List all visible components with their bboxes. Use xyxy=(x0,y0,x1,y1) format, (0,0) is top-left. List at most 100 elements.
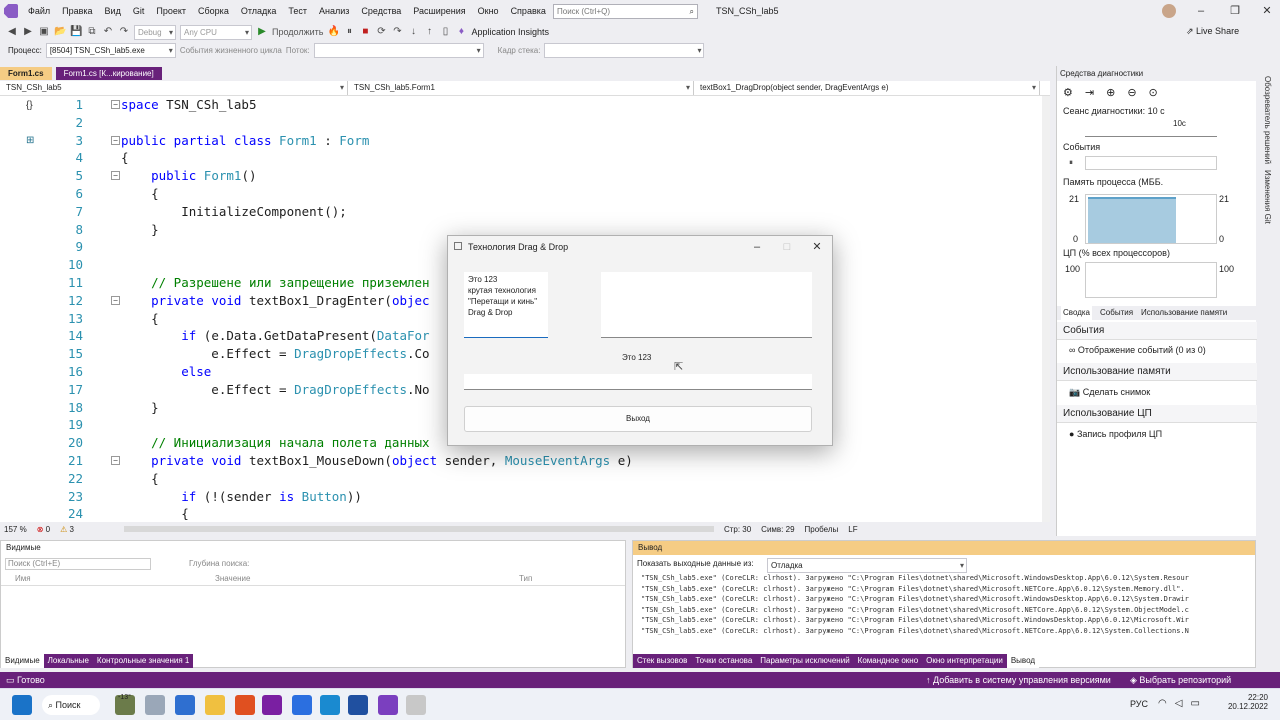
avatar[interactable] xyxy=(1162,4,1176,18)
save-icon[interactable]: 💾 xyxy=(70,26,82,38)
chrome-icon[interactable] xyxy=(292,695,312,715)
tab-autos[interactable]: Видимые xyxy=(1,654,44,668)
tab-solution-explorer[interactable]: Обозреватель решений xyxy=(1263,76,1272,164)
output-source-select[interactable]: Отладка xyxy=(767,558,967,573)
tab-summary[interactable]: Сводка xyxy=(1061,306,1093,320)
platform-select[interactable]: Any CPU xyxy=(180,24,252,40)
save-all-icon[interactable]: ⧉ xyxy=(86,26,98,38)
fold-toggle[interactable]: − xyxy=(111,295,120,305)
teams-icon[interactable] xyxy=(175,695,195,715)
tab-command-window[interactable]: Командное окно xyxy=(854,654,923,668)
clock[interactable]: 22:20 20.12.2022 xyxy=(1222,693,1268,711)
tab-watch-1[interactable]: Контрольные значения 1 xyxy=(92,654,194,668)
fold-toggle[interactable]: − xyxy=(111,171,120,181)
editor-vertical-scrollbar[interactable] xyxy=(1042,96,1050,522)
memory-graph[interactable] xyxy=(1085,194,1217,244)
stop-icon[interactable]: ■ xyxy=(359,26,371,38)
start-icon[interactable] xyxy=(12,695,32,715)
tab-events[interactable]: События xyxy=(1100,306,1133,320)
code-line[interactable]: 5 − public Form1() xyxy=(0,167,1042,185)
maximize-button[interactable]: ❐ xyxy=(1218,0,1252,22)
textbox2[interactable] xyxy=(601,272,812,338)
error-count[interactable]: ⊗ 0 xyxy=(37,525,50,534)
tab-memory-usage[interactable]: Использование памяти xyxy=(1141,306,1227,320)
record-cpu-profile-button[interactable]: ● Запись профиля ЦП xyxy=(1069,429,1162,439)
cpu-graph[interactable] xyxy=(1085,262,1217,298)
store-icon[interactable] xyxy=(348,695,368,715)
zoom-out-icon[interactable]: ⊖ xyxy=(1127,86,1136,99)
menu-item[interactable]: Вид xyxy=(99,0,127,22)
menu-item[interactable]: Окно xyxy=(472,0,505,22)
tab-exception-settings[interactable]: Параметры исключений xyxy=(756,654,853,668)
play-icon[interactable]: ▶ xyxy=(256,26,268,38)
continue-button[interactable]: Продолжить xyxy=(272,27,323,37)
menu-item[interactable]: Git xyxy=(127,0,151,22)
code-line[interactable]: 23 if (!(sender is Button)) xyxy=(0,488,1042,506)
tab-locals[interactable]: Локальные xyxy=(43,654,93,668)
code-line[interactable]: 3 − public partial class Form1 : Form xyxy=(0,132,1042,150)
open-icon[interactable]: 📂 xyxy=(54,26,66,38)
menu-item[interactable]: Сборка xyxy=(192,0,235,22)
code-line[interactable]: 22 { xyxy=(0,470,1042,488)
new-project-icon[interactable]: ▣ xyxy=(38,26,50,38)
code-line[interactable]: 1 − space TSN_CSh_lab5 xyxy=(0,96,1042,114)
textbox3[interactable] xyxy=(464,374,812,390)
tab-git-changes[interactable]: Изменения Git xyxy=(1263,170,1272,224)
battery-icon[interactable]: ▭ xyxy=(1190,698,1199,709)
live-share-button[interactable]: ⇗ Live Share xyxy=(1186,26,1239,37)
file-explorer-icon[interactable] xyxy=(205,695,225,715)
search-input[interactable]: Поиск (Ctrl+Q) ⌕ xyxy=(553,4,698,19)
code-line[interactable]: 24 { xyxy=(0,505,1042,522)
editor-horizontal-scrollbar[interactable] xyxy=(123,526,714,532)
locals-search-input[interactable]: Поиск (Ctrl+E) xyxy=(5,558,151,570)
redo-icon[interactable]: ↷ xyxy=(118,26,130,38)
code-line[interactable]: 7 InitializeComponent(); xyxy=(0,203,1042,221)
tab-form1-cs[interactable]: Form1.cs xyxy=(0,67,52,80)
settings-icon[interactable]: ⚙ xyxy=(1063,86,1073,99)
onenote-icon[interactable] xyxy=(262,695,282,715)
col-type[interactable]: Тип xyxy=(519,574,532,583)
task-view-icon[interactable] xyxy=(145,695,165,715)
bookmark-icon[interactable]: ▯ xyxy=(439,26,451,38)
menu-item[interactable]: Правка xyxy=(56,0,98,22)
select-repo-button[interactable]: ◈ Выбрать репозиторий xyxy=(1130,672,1231,688)
pause-events-icon[interactable]: ⏸ xyxy=(1069,158,1073,168)
back-icon[interactable]: ◀ xyxy=(6,26,18,38)
dialog-maximize-button[interactable]: □ xyxy=(772,236,802,258)
menu-item[interactable]: Расширения xyxy=(407,0,471,22)
office-icon[interactable] xyxy=(235,695,255,715)
export-icon[interactable]: ⇥ xyxy=(1085,86,1094,99)
volume-icon[interactable]: ◁ xyxy=(1175,698,1183,709)
menu-item[interactable]: Средства xyxy=(355,0,407,22)
class-nav-select[interactable]: TSN_CSh_lab5.Form1 xyxy=(348,81,694,95)
config-select[interactable]: Debug xyxy=(134,24,176,40)
events-track[interactable] xyxy=(1085,156,1217,170)
close-button[interactable]: ✕ xyxy=(1250,0,1280,22)
exit-button[interactable]: Выход xyxy=(464,406,812,432)
code-line[interactable]: 21 − private void textBox1_MouseDown(obje… xyxy=(0,452,1042,470)
show-events-link[interactable]: ∞ Отображение событий (0 из 0) xyxy=(1069,345,1206,355)
fold-toggle[interactable]: − xyxy=(111,100,120,109)
project-nav-select[interactable]: TSN_CSh_lab5 xyxy=(0,81,348,95)
add-to-vcs-button[interactable]: ↑ Добавить в систему управления версиями xyxy=(926,672,1111,688)
timeline-ruler[interactable]: 10с xyxy=(1085,119,1217,137)
wifi-icon[interactable]: ◠ xyxy=(1158,698,1167,709)
menu-item[interactable]: Проект xyxy=(150,0,192,22)
app-insights-button[interactable]: Application Insights xyxy=(471,27,549,37)
edge-icon[interactable] xyxy=(320,695,340,715)
dialog-close-button[interactable]: ✕ xyxy=(802,236,832,258)
tab-form1-designer[interactable]: Form1.cs [К...кирование] xyxy=(55,67,162,80)
textbox1[interactable]: Это 123 крутая технология "Перетащи и ки… xyxy=(464,272,548,338)
dialog-minimize-button[interactable]: – xyxy=(742,236,772,258)
zoom-in-icon[interactable]: ⊕ xyxy=(1106,86,1115,99)
stack-frame-select[interactable] xyxy=(544,42,705,58)
hot-reload-icon[interactable]: 🔥 xyxy=(327,26,339,38)
warning-count[interactable]: ⚠ 3 xyxy=(60,525,74,534)
step-into-icon[interactable]: ↓ xyxy=(407,26,419,38)
code-line[interactable]: 2 xyxy=(0,114,1042,132)
col-name[interactable]: Имя xyxy=(15,574,31,583)
tab-call-stack[interactable]: Стек вызовов xyxy=(633,654,691,668)
undo-icon[interactable]: ↶ xyxy=(102,26,114,38)
tab-breakpoints[interactable]: Точки останова xyxy=(691,654,756,668)
lifecycle-events[interactable]: События жизненного цикла xyxy=(180,46,282,55)
